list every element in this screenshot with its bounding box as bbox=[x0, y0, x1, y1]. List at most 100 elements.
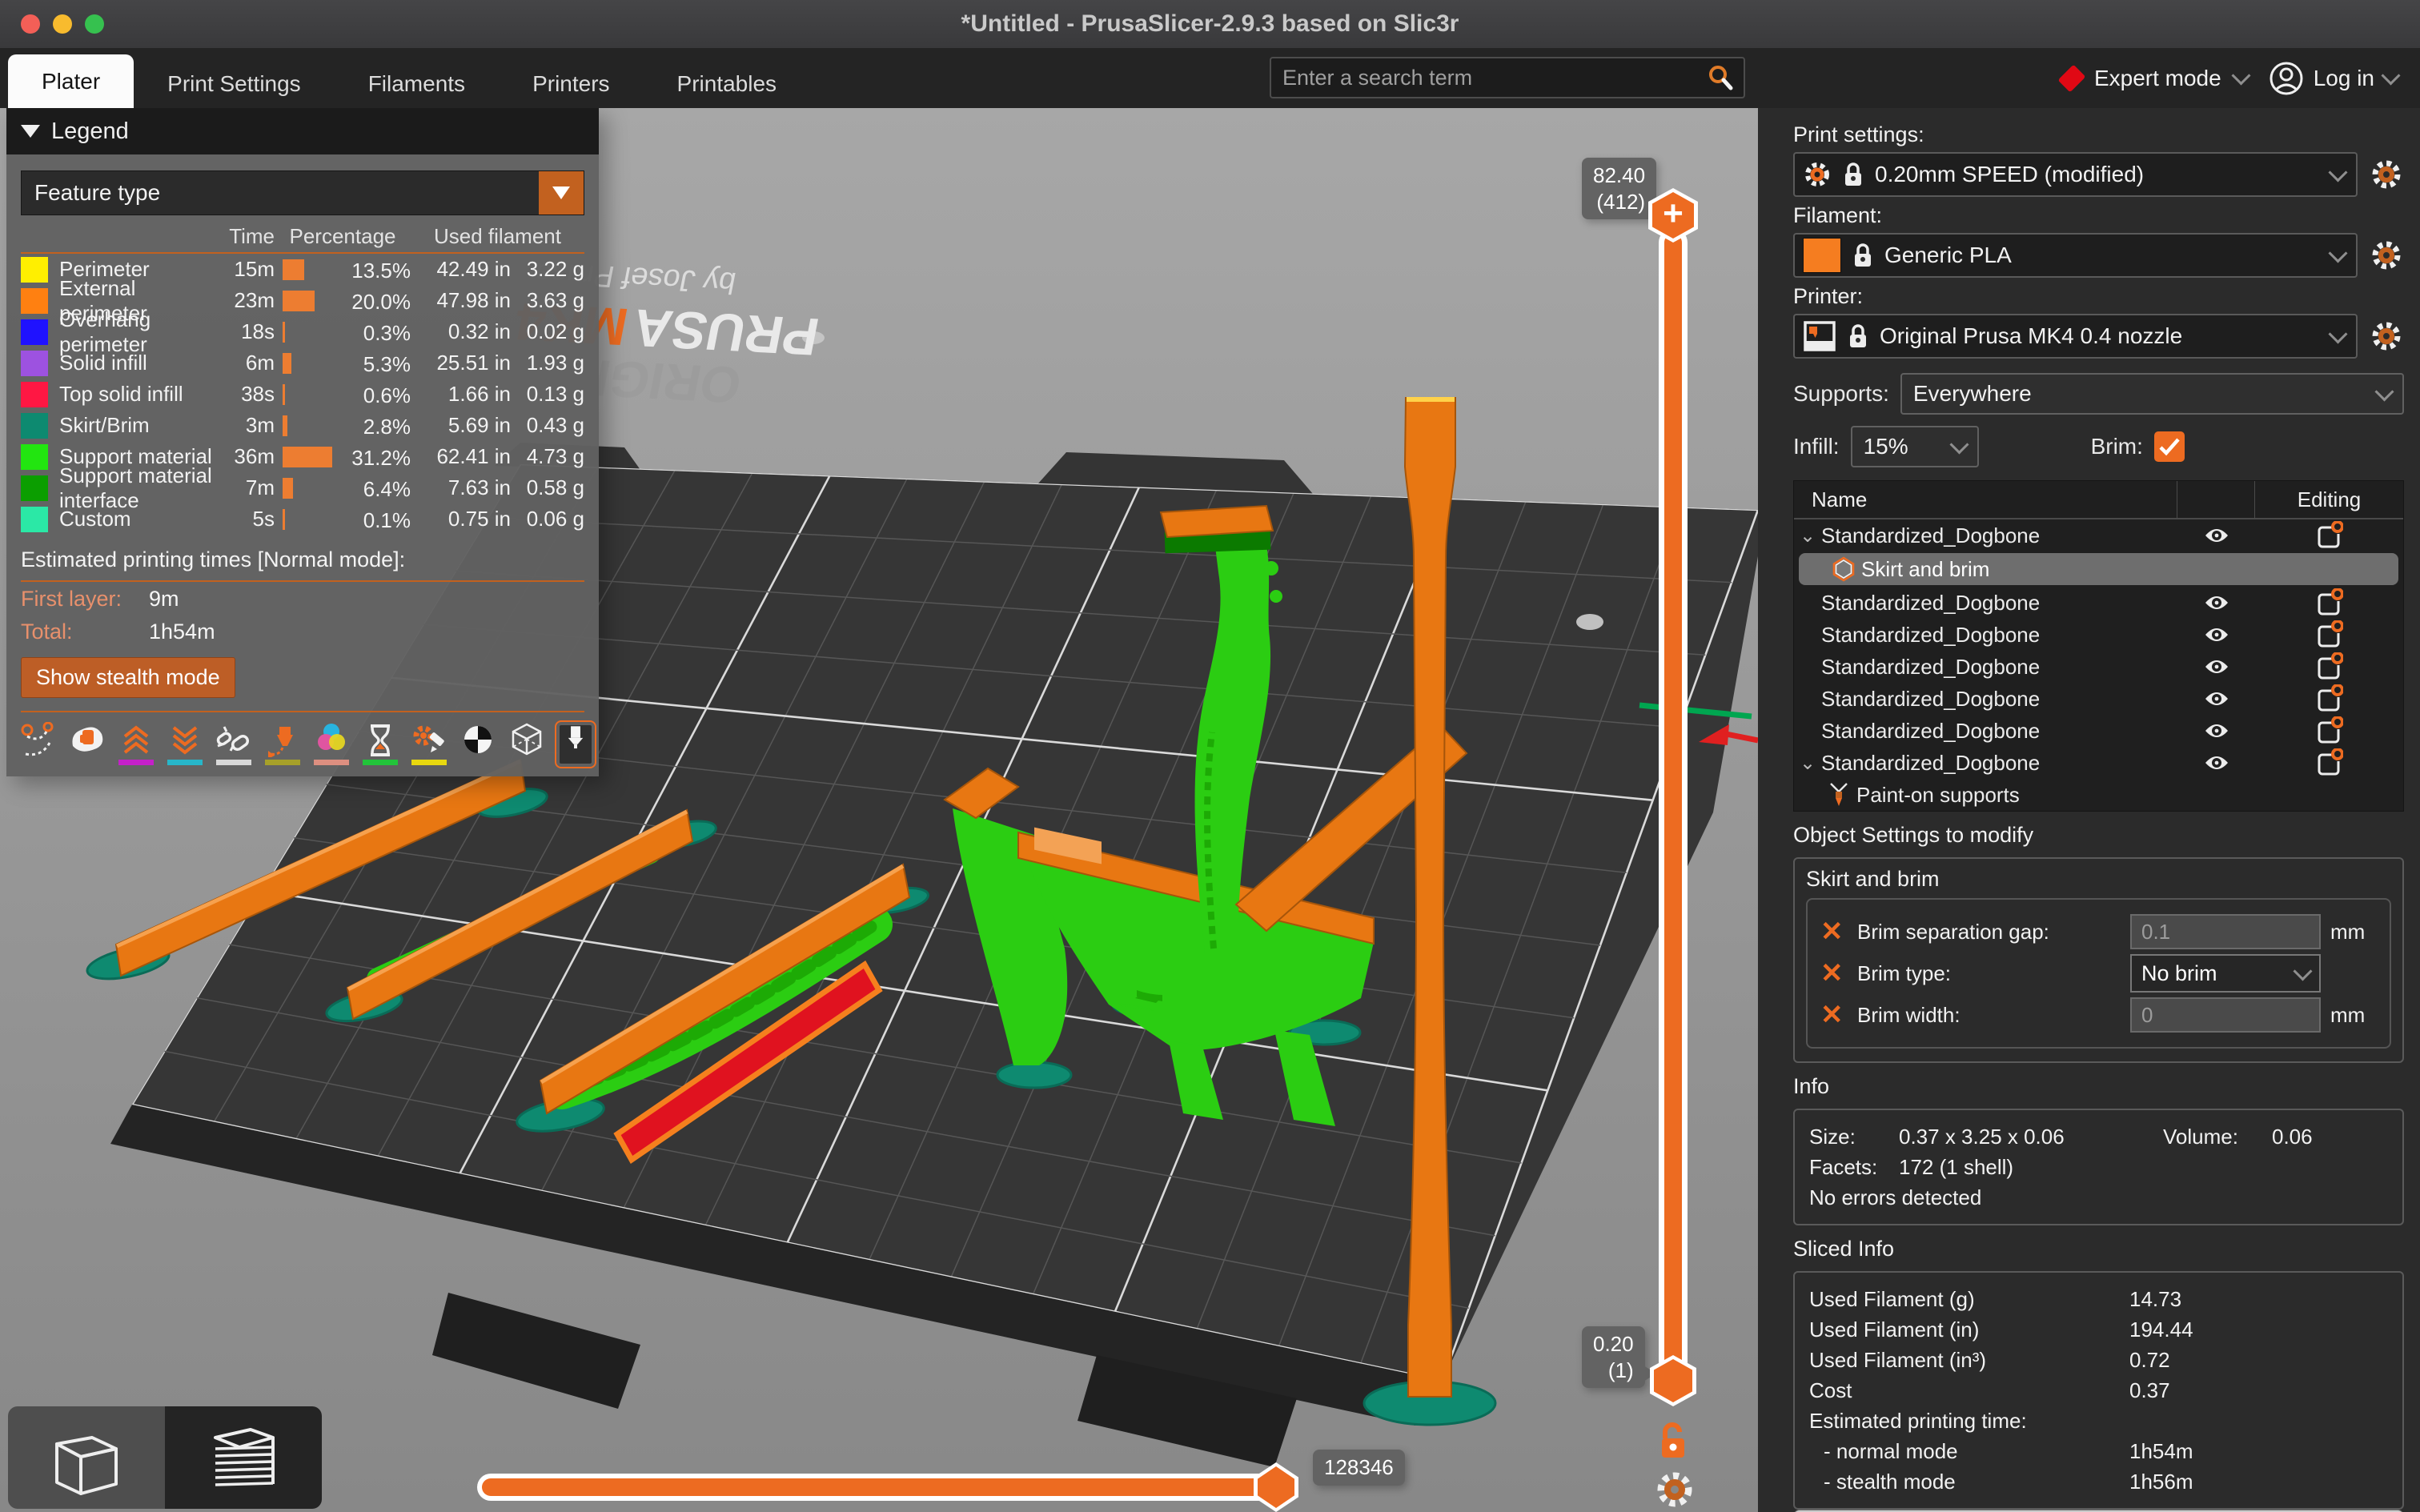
search-box[interactable] bbox=[1270, 57, 1745, 98]
search-icon[interactable] bbox=[1707, 64, 1734, 91]
slider-settings-gear-icon[interactable] bbox=[1654, 1469, 1696, 1510]
tab-plater[interactable]: Plater bbox=[8, 54, 134, 108]
visibility-eye-icon[interactable] bbox=[2178, 721, 2255, 740]
deretractions-icon[interactable] bbox=[167, 720, 203, 765]
legend-panel: Legend Feature type Time Percentage Used… bbox=[6, 108, 599, 776]
pause-prints-icon[interactable] bbox=[363, 720, 398, 765]
unlock-icon[interactable] bbox=[1657, 1421, 1692, 1462]
feature-bar-cell: 2.8% bbox=[275, 413, 411, 439]
object-row[interactable]: ⌄ Standardized_Dogbone bbox=[1794, 519, 2403, 551]
estimated-times-title: Estimated printing times [Normal mode]: bbox=[21, 547, 584, 582]
chevron-down-icon bbox=[2231, 66, 2250, 85]
brim-separation-input[interactable]: 0.1 bbox=[2130, 914, 2321, 949]
visibility-eye-icon[interactable] bbox=[2178, 526, 2255, 545]
fullscreen-button[interactable] bbox=[85, 14, 104, 34]
edit-object-icon[interactable] bbox=[2255, 521, 2403, 550]
filament-select[interactable]: Generic PLA bbox=[1793, 233, 2358, 278]
edit-object-icon[interactable] bbox=[2255, 716, 2403, 745]
percentage-bar bbox=[283, 509, 285, 530]
object-row[interactable]: Standardized_Dogbone bbox=[1794, 587, 2403, 619]
unit-label: mm bbox=[2330, 920, 2377, 944]
wipe-icon[interactable] bbox=[70, 720, 105, 765]
tab-print-settings[interactable]: Print Settings bbox=[134, 60, 335, 108]
infill-select[interactable]: 15% bbox=[1851, 426, 1979, 467]
editor-view-button[interactable] bbox=[8, 1406, 165, 1509]
object-row[interactable]: Standardized_Dogbone bbox=[1794, 715, 2403, 747]
custom-gcodes-icon[interactable] bbox=[411, 720, 447, 765]
feature-length: 47.98 in bbox=[411, 288, 511, 313]
retractions-icon[interactable] bbox=[118, 720, 154, 765]
tool-changes-icon[interactable] bbox=[265, 720, 300, 765]
edit-object-icon[interactable] bbox=[2255, 652, 2403, 681]
nozzle-icon[interactable] bbox=[558, 724, 593, 765]
view-type-select[interactable]: Feature type bbox=[21, 170, 584, 215]
travels-icon[interactable] bbox=[21, 720, 56, 765]
print-settings-gear-button[interactable] bbox=[2369, 157, 2404, 192]
close-button[interactable] bbox=[21, 14, 40, 34]
legend-header[interactable]: Legend bbox=[6, 108, 599, 154]
shells-icon[interactable] bbox=[509, 720, 544, 765]
printer-select[interactable]: Original Prusa MK4 0.4 nozzle bbox=[1793, 314, 2358, 359]
filament-color-swatch bbox=[1803, 238, 1841, 273]
preview-view-button[interactable] bbox=[165, 1406, 322, 1509]
object-row[interactable]: ⌄ Standardized_Dogbone bbox=[1794, 747, 2403, 779]
expand-caret-icon[interactable]: ⌄ bbox=[1794, 752, 1821, 775]
layer-slider-bottom-tooltip: 0.20(1) bbox=[1582, 1326, 1645, 1388]
edit-object-icon[interactable] bbox=[2255, 748, 2403, 777]
search-input[interactable] bbox=[1281, 65, 1707, 91]
center-of-gravity-icon[interactable] bbox=[460, 720, 496, 765]
setting-label: Brim width: bbox=[1857, 1003, 2121, 1028]
show-stealth-mode-button[interactable]: Show stealth mode bbox=[21, 657, 235, 698]
tab-filaments[interactable]: Filaments bbox=[335, 60, 499, 108]
minimize-button[interactable] bbox=[53, 14, 72, 34]
chevron-down-icon bbox=[2328, 324, 2347, 343]
edit-object-icon[interactable] bbox=[2255, 684, 2403, 713]
remove-setting-icon[interactable]: ✕ bbox=[1820, 1001, 1848, 1029]
percentage-bar bbox=[283, 291, 315, 311]
login-control[interactable]: Log in bbox=[2269, 61, 2398, 96]
expand-caret-icon[interactable]: ⌄ bbox=[1794, 524, 1821, 547]
brim-checkbox[interactable] bbox=[2154, 431, 2185, 462]
object-row-selected[interactable]: Skirt and brim bbox=[1799, 553, 2398, 585]
edit-object-icon[interactable] bbox=[2255, 620, 2403, 649]
object-subrow-paint-supports[interactable]: Paint-on supports bbox=[1794, 779, 2403, 811]
printer-gear-button[interactable] bbox=[2369, 319, 2404, 354]
mode-selector[interactable]: Expert mode bbox=[2062, 66, 2248, 91]
brim-type-select[interactable]: No brim bbox=[2130, 954, 2321, 993]
print-settings-select[interactable]: 0.20mm SPEED (modified) bbox=[1793, 152, 2358, 197]
dropdown-arrow-button[interactable] bbox=[539, 171, 584, 215]
object-row[interactable]: Standardized_Dogbone bbox=[1794, 651, 2403, 683]
remove-setting-icon[interactable]: ✕ bbox=[1820, 918, 1848, 945]
visibility-eye-icon[interactable] bbox=[2178, 753, 2255, 772]
color-changes-icon[interactable] bbox=[314, 720, 349, 765]
tab-printables[interactable]: Printables bbox=[644, 60, 811, 108]
layer-slider-track[interactable] bbox=[1659, 228, 1688, 1387]
layer-slider-bottom-handle[interactable] bbox=[1650, 1355, 1696, 1406]
feature-length: 1.66 in bbox=[411, 382, 511, 407]
legend-table-header: Time Percentage Used filament bbox=[21, 220, 584, 254]
remove-setting-icon[interactable]: ✕ bbox=[1820, 960, 1848, 987]
feature-label: Custom bbox=[59, 507, 219, 531]
brim-width-input[interactable]: 0 bbox=[2130, 997, 2321, 1033]
move-slider-handle[interactable] bbox=[1254, 1462, 1298, 1512]
visibility-eye-icon[interactable] bbox=[2178, 657, 2255, 676]
feature-percent: 20.0% bbox=[351, 290, 411, 315]
feature-length: 0.75 in bbox=[411, 507, 511, 531]
supports-select[interactable]: Everywhere bbox=[1900, 373, 2404, 415]
feature-percent: 0.6% bbox=[363, 383, 411, 408]
login-label: Log in bbox=[2314, 66, 2374, 91]
visibility-eye-icon[interactable] bbox=[2178, 625, 2255, 644]
feature-percent: 5.3% bbox=[363, 352, 411, 377]
edit-object-icon[interactable] bbox=[2255, 588, 2403, 617]
visibility-eye-icon[interactable] bbox=[2178, 593, 2255, 612]
filament-gear-button[interactable] bbox=[2369, 238, 2404, 273]
layer-slider-top-handle[interactable]: + bbox=[1648, 188, 1698, 243]
visibility-eye-icon[interactable] bbox=[2178, 689, 2255, 708]
seams-icon[interactable] bbox=[216, 720, 251, 765]
object-row[interactable]: Standardized_Dogbone bbox=[1794, 683, 2403, 715]
object-row[interactable]: Standardized_Dogbone bbox=[1794, 619, 2403, 651]
total-value: 1h54m bbox=[149, 620, 215, 644]
tab-printers[interactable]: Printers bbox=[499, 60, 643, 108]
move-slider-track[interactable] bbox=[477, 1474, 1297, 1501]
viewport-3d[interactable]: ORIGINAL PRUSA MK4 by Josef Prusa bbox=[0, 108, 1758, 1512]
